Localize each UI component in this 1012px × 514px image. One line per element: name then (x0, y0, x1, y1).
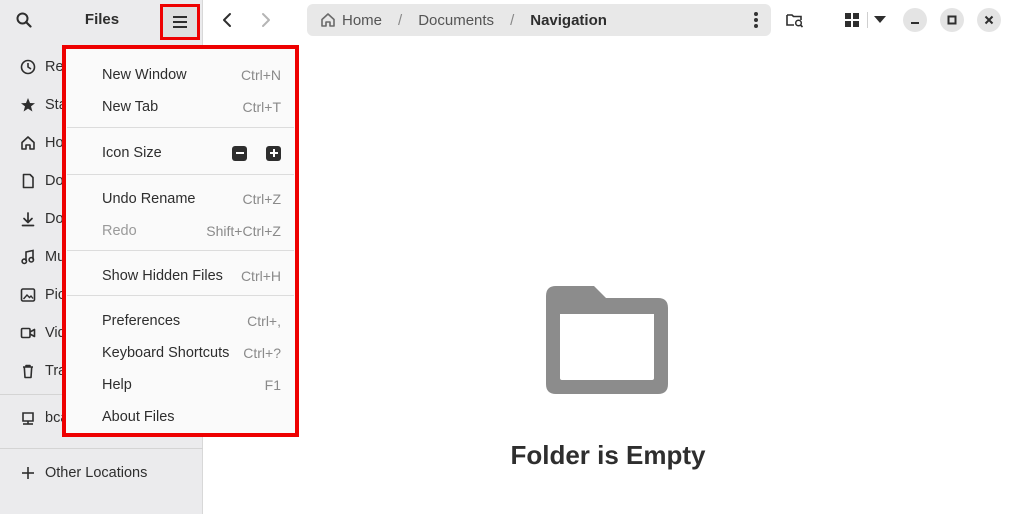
menu-item-shortcut: Ctrl+Z (242, 191, 282, 207)
kebab-dot (754, 12, 758, 16)
empty-folder-icon (546, 286, 668, 394)
minimize-icon (911, 22, 919, 24)
menu-item-keyboard-shortcuts[interactable]: Keyboard Shortcuts Ctrl+? (66, 337, 295, 369)
menu-item-new-window[interactable]: New Window Ctrl+N (66, 59, 295, 91)
breadcrumb-home[interactable]: Home (342, 12, 382, 29)
folder-search-icon (786, 14, 804, 28)
breadcrumb-separator: / (510, 11, 515, 29)
menu-item-redo: Redo Shift+Ctrl+Z (66, 215, 295, 247)
menu-item-label: New Window (102, 67, 187, 83)
search-button[interactable] (12, 10, 36, 30)
chevron-down-icon (874, 16, 886, 23)
download-icon (19, 210, 37, 228)
kebab-dot (754, 24, 758, 28)
maximize-icon (947, 15, 957, 25)
menu-item-label: Keyboard Shortcuts (102, 345, 230, 361)
sidebar-divider (0, 448, 203, 449)
home-icon (19, 134, 37, 152)
menu-item-label: About Files (102, 409, 175, 425)
menu-item-help[interactable]: Help F1 (66, 369, 295, 401)
network-drive-icon (19, 409, 37, 427)
menu-item-label: Undo Rename (102, 191, 196, 207)
empty-state-title: Folder is Empty (510, 440, 706, 470)
search-in-folder-button[interactable] (784, 8, 806, 32)
kebab-dot (754, 18, 758, 22)
menu-item-label: Preferences (102, 313, 181, 329)
sidebar-item-other-locations[interactable]: Other Locations (0, 454, 203, 492)
star-icon (19, 96, 37, 114)
video-icon (19, 324, 37, 342)
view-options-button[interactable] (872, 8, 888, 32)
sidebar-item-label: Do (45, 173, 64, 189)
trash-icon (19, 362, 37, 380)
picture-icon (19, 286, 37, 304)
grid-icon (845, 13, 859, 27)
chevron-left-icon (223, 13, 231, 27)
breadcrumb-separator: / (398, 11, 403, 29)
menu-item-about-files[interactable]: About Files (66, 401, 295, 433)
menu-item-new-tab[interactable]: New Tab Ctrl+T (66, 91, 295, 123)
app-title: Files (84, 11, 120, 28)
chevron-right-icon (262, 13, 270, 27)
home-icon (320, 12, 336, 28)
menu-separator (67, 174, 294, 175)
close-button[interactable] (977, 8, 1001, 32)
search-icon (16, 12, 32, 28)
music-icon (19, 248, 37, 266)
sidebar-item-label: Re (45, 59, 64, 75)
menu-item-label: Redo (102, 223, 137, 239)
menu-item-shortcut: Ctrl+N (240, 67, 281, 83)
breadcrumb-current[interactable]: Navigation (530, 12, 607, 29)
menu-separator (67, 250, 294, 251)
grid-view-button[interactable] (844, 8, 860, 32)
menu-separator (67, 127, 294, 128)
minimize-button[interactable] (903, 8, 927, 32)
menu-item-shortcut: Ctrl+? (243, 345, 281, 361)
menu-item-shortcut: Ctrl+H (240, 268, 281, 284)
menu-item-label: New Tab (102, 99, 159, 115)
path-menu-button[interactable] (753, 12, 759, 28)
main-menu-popover: New Window Ctrl+N New Tab Ctrl+T Icon Si… (62, 45, 299, 437)
recent-icon (19, 58, 37, 76)
close-icon (984, 15, 994, 25)
sidebar-header: Files (0, 0, 203, 40)
forward-button[interactable] (252, 8, 280, 32)
main-menu-button[interactable] (160, 4, 200, 40)
zoom-out-button[interactable] (232, 145, 247, 161)
zoom-in-button[interactable] (266, 145, 281, 161)
path-bar: Home / Documents / Navigation (307, 4, 771, 36)
menu-separator (67, 295, 294, 296)
menu-item-label: Show Hidden Files (102, 268, 223, 284)
hamburger-icon (173, 16, 187, 28)
menu-item-shortcut: Ctrl+T (242, 99, 282, 115)
menu-item-shortcut: F1 (264, 377, 281, 393)
back-button[interactable] (213, 8, 241, 32)
maximize-button[interactable] (940, 8, 964, 32)
sidebar-item-label: Other Locations (45, 465, 148, 481)
menu-item-icon-size: Icon Size (66, 137, 295, 169)
toolbar-divider (867, 12, 868, 28)
sidebar-item-label: Ho (45, 135, 64, 151)
menu-item-label: Help (102, 377, 132, 393)
menu-item-undo-rename[interactable]: Undo Rename Ctrl+Z (66, 183, 295, 215)
breadcrumb-documents[interactable]: Documents (418, 12, 494, 29)
menu-item-label: Icon Size (102, 145, 162, 161)
plus-icon (19, 464, 37, 482)
menu-item-show-hidden-files[interactable]: Show Hidden Files Ctrl+H (66, 260, 295, 292)
menu-item-shortcut: Shift+Ctrl+Z (206, 223, 281, 239)
minus-icon (235, 152, 244, 154)
document-icon (19, 172, 37, 190)
menu-item-shortcut: Ctrl+, (247, 313, 281, 329)
sidebar-item-label: Do (45, 211, 64, 227)
plus-icon-vertical (272, 149, 275, 157)
menu-item-preferences[interactable]: Preferences Ctrl+, (66, 305, 295, 337)
